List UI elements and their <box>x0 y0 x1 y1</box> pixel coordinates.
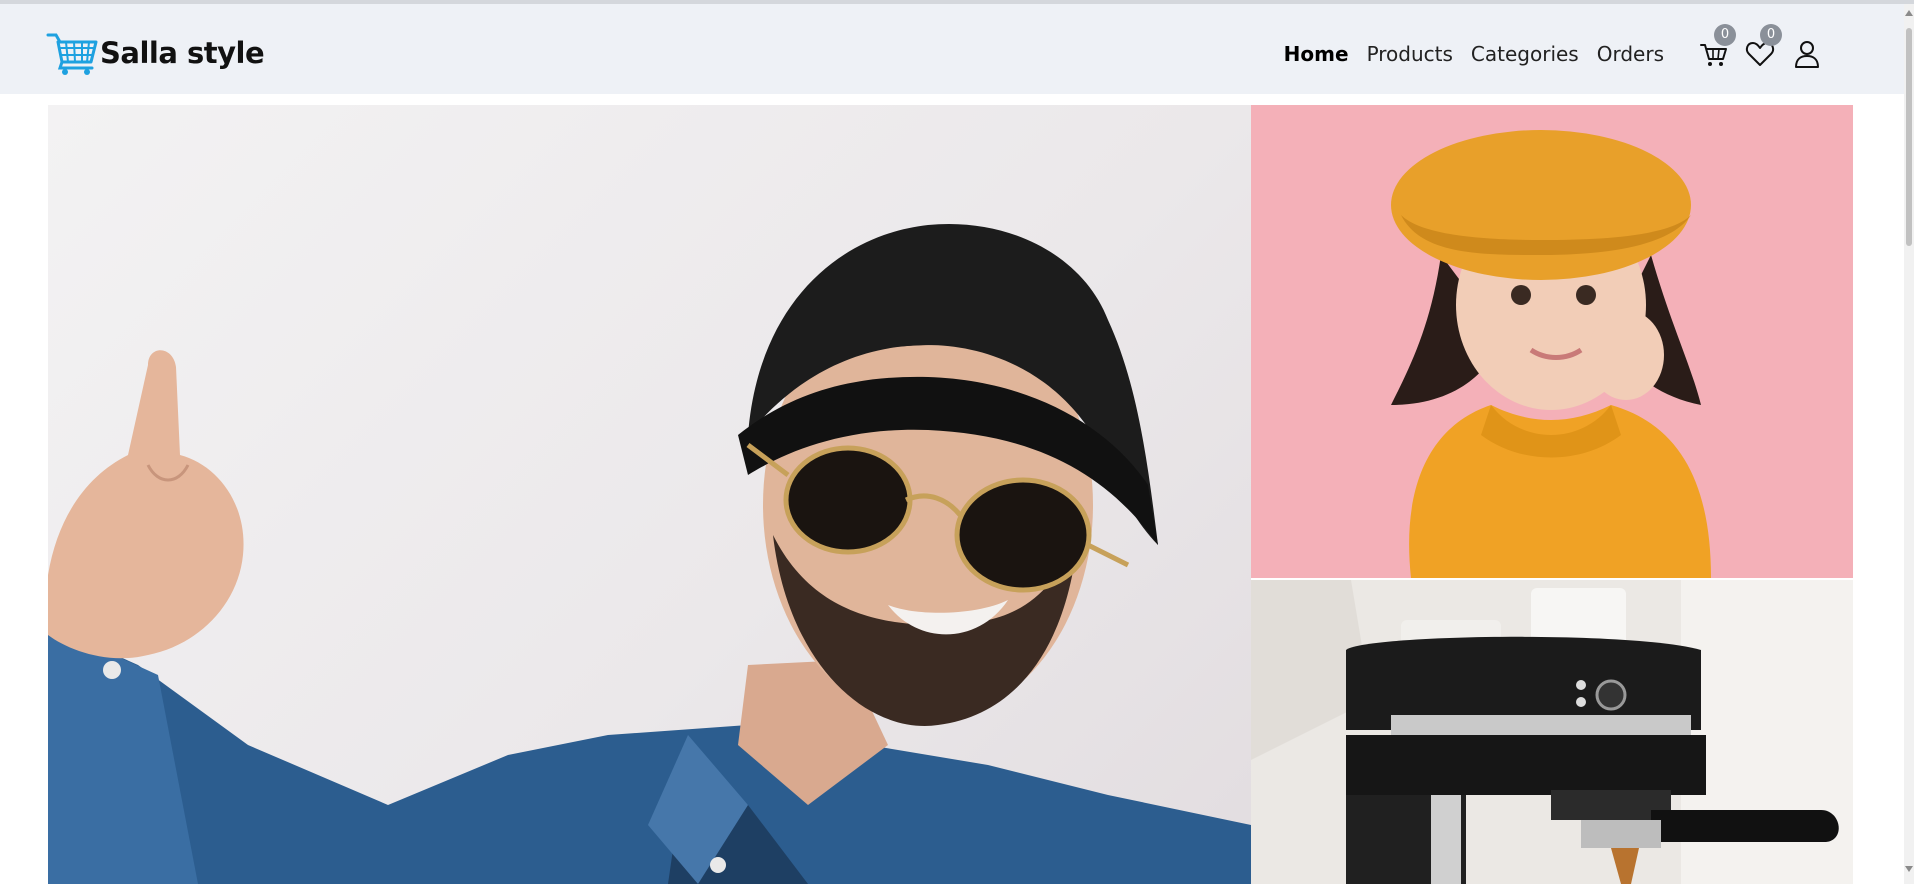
scroll-down-arrow-icon[interactable] <box>1905 866 1913 872</box>
cart-button[interactable]: 0 <box>1698 24 1736 70</box>
navbar: Salla style Home Products Categories Ord… <box>0 4 1904 94</box>
espresso-machine-illustration <box>1251 580 1853 884</box>
nav-link-products[interactable]: Products <box>1367 40 1453 68</box>
shopping-cart-icon <box>46 33 98 75</box>
page-scrollbar[interactable] <box>1904 4 1914 884</box>
nav-link-categories[interactable]: Categories <box>1471 40 1579 68</box>
man-with-hat-illustration <box>48 223 1251 884</box>
scroll-up-arrow-icon[interactable] <box>1905 10 1913 16</box>
account-button[interactable] <box>1791 38 1823 70</box>
wishlist-button[interactable]: 0 <box>1744 24 1782 70</box>
scrollbar-thumb[interactable] <box>1906 28 1912 246</box>
hero-kids-image[interactable] <box>1251 105 1853 578</box>
brand-link[interactable]: Salla style <box>46 30 265 76</box>
cart-count-badge: 0 <box>1714 24 1736 46</box>
hero-main-image[interactable] <box>48 105 1251 884</box>
user-icon <box>1795 41 1819 68</box>
brand-name: Salla style <box>100 36 265 70</box>
hero-coffee-image[interactable] <box>1251 580 1853 884</box>
girl-in-beret-illustration <box>1251 105 1853 578</box>
main-nav: Home Products Categories Orders <box>1284 40 1664 68</box>
nav-link-home[interactable]: Home <box>1284 40 1349 68</box>
wishlist-count-badge: 0 <box>1760 24 1782 46</box>
nav-link-orders[interactable]: Orders <box>1597 40 1664 68</box>
